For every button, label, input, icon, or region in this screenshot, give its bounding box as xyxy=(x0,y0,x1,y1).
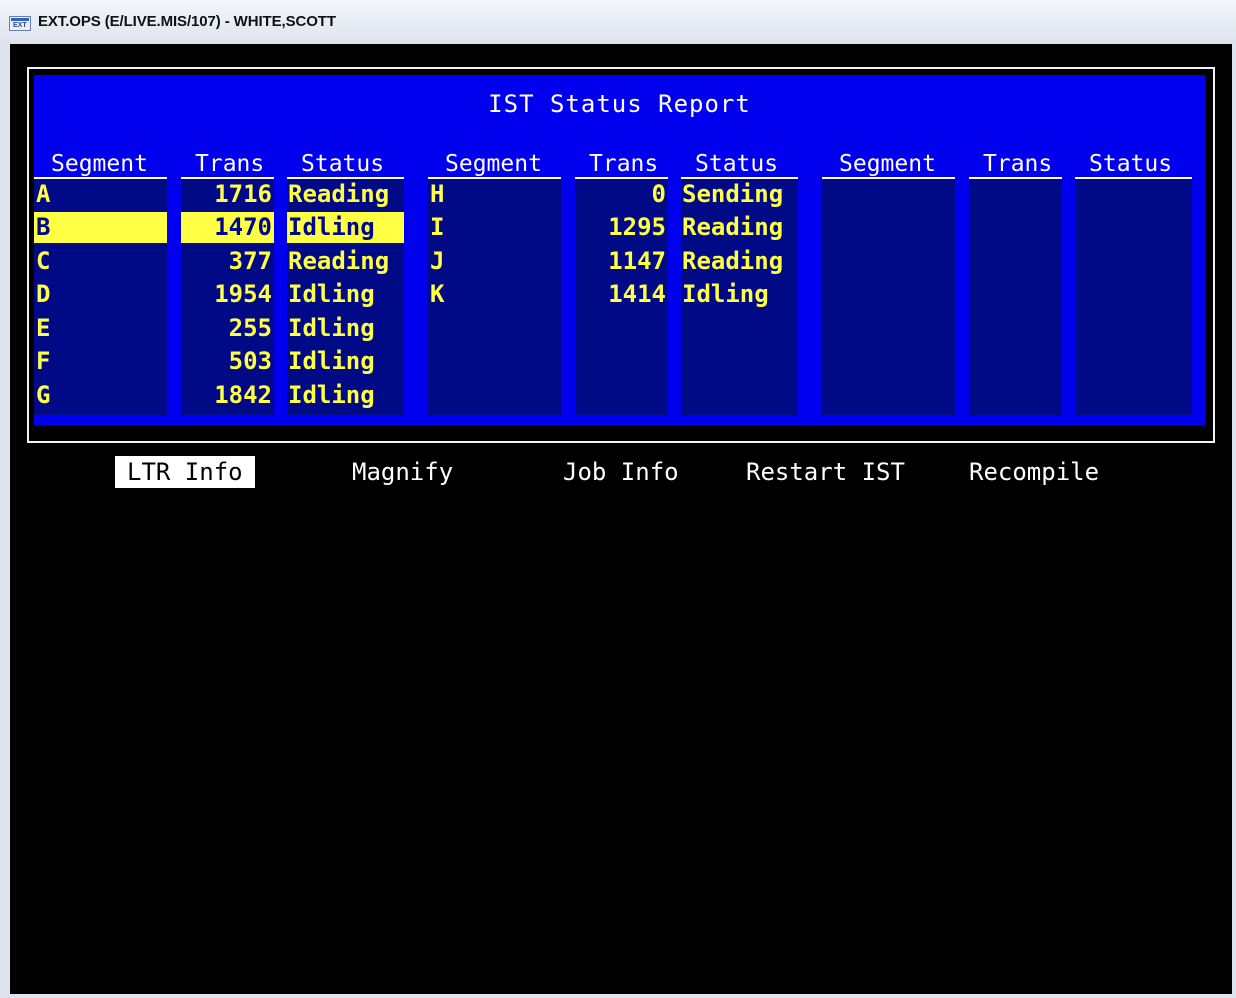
header-label: Trans xyxy=(589,153,659,177)
header-label: Status xyxy=(301,153,385,177)
status-cell-selected[interactable]: Idling xyxy=(287,212,404,243)
status-column-header: Status xyxy=(1075,153,1192,179)
segment-cell[interactable]: I xyxy=(428,212,561,243)
trans-cell[interactable]: 1842 xyxy=(181,380,274,411)
window-border-right xyxy=(1232,44,1236,998)
window-title: EXT.OPS (E/LIVE.MIS/107) - WHITE,SCOTT xyxy=(38,13,336,30)
header-label: Segment xyxy=(445,153,542,177)
trans-cell[interactable]: 0 xyxy=(575,179,668,210)
magnify-button[interactable]: Magnify xyxy=(352,456,453,488)
job-info-button[interactable]: Job Info xyxy=(563,456,679,488)
header-label: Trans xyxy=(195,153,265,177)
trans-column-header: Trans xyxy=(181,153,274,179)
report-title: IST Status Report xyxy=(488,90,751,118)
terminal-icon[interactable]: EXT xyxy=(9,16,31,31)
header-label: Trans xyxy=(983,153,1053,177)
status-report-panel: IST Status Report Segment Trans Status S… xyxy=(34,75,1205,425)
icon-text: EXT xyxy=(13,22,27,29)
status-cell[interactable]: Idling xyxy=(287,380,404,411)
trans-cell[interactable]: 377 xyxy=(181,246,274,277)
segment-cell[interactable]: D xyxy=(34,279,167,310)
header-label: Segment xyxy=(51,153,148,177)
segment-cell[interactable]: E xyxy=(34,313,167,344)
segment-cell[interactable]: H xyxy=(428,179,561,210)
status-cell[interactable]: Idling xyxy=(681,279,798,310)
recompile-button[interactable]: Recompile xyxy=(969,456,1099,488)
trans-cell[interactable]: 255 xyxy=(181,313,274,344)
status-cell[interactable]: Reading xyxy=(681,246,798,277)
trans-cell[interactable]: 1954 xyxy=(181,279,274,310)
trans-column-header: Trans xyxy=(575,153,668,179)
status-cell[interactable]: Reading xyxy=(287,179,404,210)
window-border-left xyxy=(0,44,10,998)
segment-cell[interactable]: G xyxy=(34,380,167,411)
segment-cell[interactable]: A xyxy=(34,179,167,210)
status-cell[interactable]: Reading xyxy=(287,246,404,277)
status-cell[interactable]: Idling xyxy=(287,279,404,310)
segment-column-bg xyxy=(822,178,955,415)
segment-cell-selected[interactable]: B xyxy=(34,212,167,243)
segment-cell[interactable]: F xyxy=(34,346,167,377)
status-cell[interactable]: Sending xyxy=(681,179,798,210)
trans-column-bg xyxy=(969,178,1062,415)
restart-ist-button[interactable]: Restart IST xyxy=(746,456,905,488)
segment-cell[interactable]: C xyxy=(34,246,167,277)
trans-cell[interactable]: 1295 xyxy=(575,212,668,243)
trans-cell[interactable]: 503 xyxy=(181,346,274,377)
header-label: Segment xyxy=(839,153,936,177)
window-border-bottom xyxy=(0,994,1236,998)
ltr-info-button[interactable]: LTR Info xyxy=(115,456,255,488)
segment-column-header: Segment xyxy=(822,153,955,179)
segment-column-header: Segment xyxy=(34,153,167,179)
status-cell[interactable]: Reading xyxy=(681,212,798,243)
header-label: Status xyxy=(1089,153,1173,177)
window-title-bar: EXT EXT.OPS (E/LIVE.MIS/107) - WHITE,SCO… xyxy=(0,0,1236,45)
trans-cell[interactable]: 1147 xyxy=(575,246,668,277)
status-column-header: Status xyxy=(681,153,798,179)
header-label: Status xyxy=(695,153,779,177)
status-column-header: Status xyxy=(287,153,404,179)
segment-column-header: Segment xyxy=(428,153,561,179)
terminal-screen[interactable]: IST Status Report Segment Trans Status S… xyxy=(10,44,1232,994)
segment-cell[interactable]: J xyxy=(428,246,561,277)
icon-bar xyxy=(11,18,29,21)
trans-cell[interactable]: 1716 xyxy=(181,179,274,210)
function-menu: LTR Info Magnify Job Info Restart IST Re… xyxy=(10,452,1232,488)
trans-cell[interactable]: 1414 xyxy=(575,279,668,310)
trans-cell-selected[interactable]: 1470 xyxy=(181,212,274,243)
trans-column-header: Trans xyxy=(969,153,1062,179)
segment-cell[interactable]: K xyxy=(428,279,561,310)
status-cell[interactable]: Idling xyxy=(287,313,404,344)
status-cell[interactable]: Idling xyxy=(287,346,404,377)
status-column-bg xyxy=(1075,178,1192,415)
